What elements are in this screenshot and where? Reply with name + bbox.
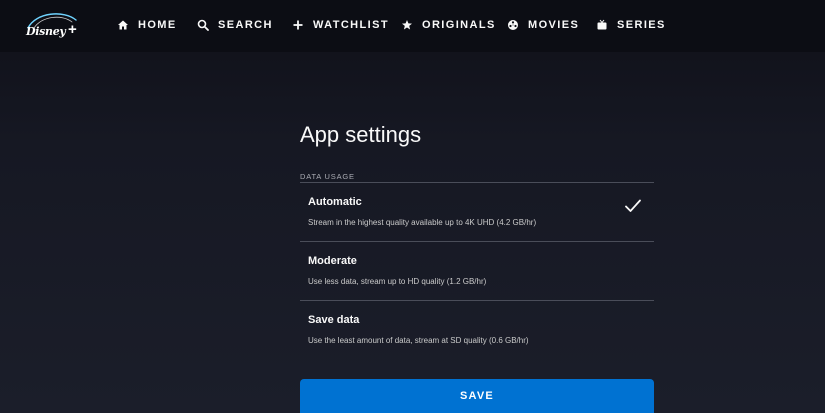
- logo-wordmark: Disney: [26, 25, 66, 38]
- nav-label-search: SEARCH: [218, 19, 273, 31]
- nav-item-series[interactable]: SERIES: [596, 18, 666, 32]
- nav-label-home: HOME: [138, 19, 177, 31]
- star-icon: [401, 19, 413, 31]
- option-description: Stream in the highest quality available …: [308, 218, 537, 227]
- nav-item-watchlist[interactable]: WATCHLIST: [292, 18, 389, 32]
- data-usage-section-label: DATA USAGE: [300, 172, 355, 181]
- nav-label-originals: ORIGINALS: [422, 19, 496, 31]
- nav-item-search[interactable]: SEARCH: [197, 18, 273, 32]
- checkmark-icon: [624, 198, 642, 214]
- option-name: Save data: [308, 314, 360, 326]
- nav-item-home[interactable]: HOME: [117, 18, 177, 32]
- option-name: Automatic: [308, 196, 362, 208]
- film-reel-icon: [507, 19, 519, 31]
- app-settings-panel: App settings DATA USAGE Automatic Stream…: [300, 118, 654, 359]
- logo-plus: +: [68, 21, 77, 38]
- option-moderate[interactable]: Moderate Use less data, stream up to HD …: [300, 242, 654, 301]
- nav-label-movies: MOVIES: [528, 19, 580, 31]
- nav-label-series: SERIES: [617, 19, 666, 31]
- home-icon: [117, 19, 129, 31]
- option-name: Moderate: [308, 255, 357, 267]
- nav-label-watchlist: WATCHLIST: [313, 19, 389, 31]
- disney-plus-logo[interactable]: Disney +: [24, 10, 82, 42]
- option-save-data[interactable]: Save data Use the least amount of data, …: [300, 301, 654, 359]
- option-description: Use less data, stream up to HD quality (…: [308, 277, 487, 286]
- search-icon: [197, 19, 209, 31]
- page-title: App settings: [300, 122, 422, 147]
- option-description: Use the least amount of data, stream at …: [308, 336, 529, 345]
- nav-item-movies[interactable]: MOVIES: [507, 18, 579, 32]
- save-button[interactable]: SAVE: [300, 379, 654, 413]
- top-navigation-bar: Disney + HOME SEARCH WATCHLIST ORIGINALS…: [0, 0, 825, 52]
- option-automatic[interactable]: Automatic Stream in the highest quality …: [300, 183, 654, 242]
- tv-icon: [596, 19, 608, 31]
- nav-item-originals[interactable]: ORIGINALS: [401, 18, 496, 32]
- plus-icon: [292, 19, 304, 31]
